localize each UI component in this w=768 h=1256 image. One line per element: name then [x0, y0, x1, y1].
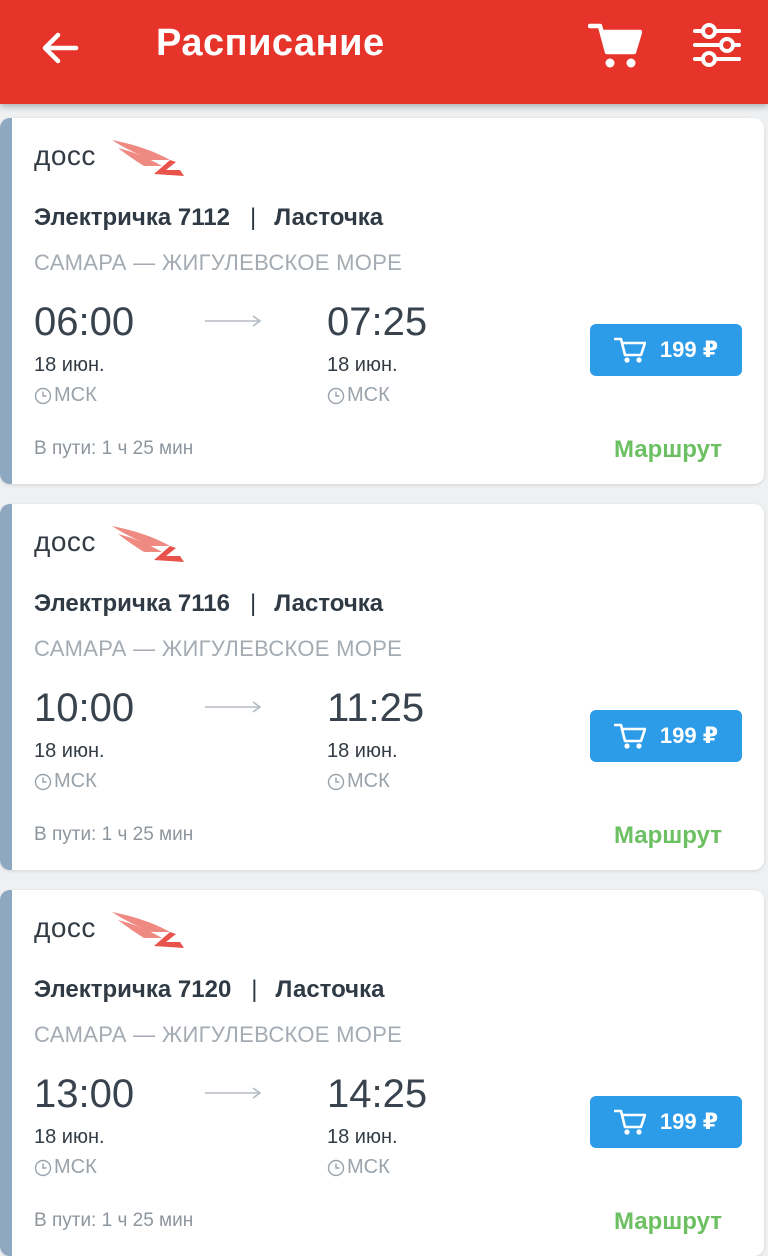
train-separator: |	[251, 976, 258, 1003]
departure-time: 13:00	[34, 1072, 135, 1116]
departure-time: 06:00	[34, 300, 135, 344]
train-separator: |	[249, 590, 257, 617]
arrival-timezone: МСК	[327, 770, 390, 793]
price-label: 199 ₽	[659, 337, 719, 362]
cart-icon[interactable]	[588, 20, 642, 70]
train-type: Ласточка	[274, 204, 384, 231]
train-name: Электричка 7112	[34, 204, 230, 231]
arrival-timezone: МСК	[327, 1156, 390, 1179]
timezone-label: МСК	[54, 384, 97, 406]
route-stations: САМАРА — ЖИГУЛЕВСКОЕ МОРЕ	[34, 636, 403, 661]
clock-icon	[327, 387, 345, 404]
clock-icon	[34, 387, 52, 404]
cart-icon	[613, 1109, 646, 1135]
buy-ticket-button[interactable]: 199 ₽	[590, 1096, 742, 1148]
cart-icon	[613, 337, 646, 363]
train-type: Ласточка	[275, 976, 385, 1003]
train-name: Электричка 7116	[34, 590, 230, 617]
departure-timezone: МСК	[34, 770, 97, 793]
carrier-logo-icon	[112, 526, 184, 562]
travel-duration: В пути: 1 ч 25 мин	[34, 438, 194, 459]
route-link[interactable]: Маршрут	[614, 1208, 722, 1236]
sliders-icon[interactable]	[692, 22, 742, 68]
card-accent	[0, 504, 12, 870]
timezone-label: МСК	[54, 770, 97, 792]
carrier-name: досс	[34, 912, 96, 943]
app-header: Расписание	[0, 0, 768, 104]
price-label: 199 ₽	[659, 1109, 719, 1134]
arrival-time: 11:25	[327, 686, 425, 730]
card-accent	[0, 118, 12, 484]
departure-date: 18 июн.	[34, 354, 105, 376]
train-card[interactable]: досс Электричка 7120 | Ласточка САМАРА — Ж…	[0, 890, 764, 1256]
carrier-name: досс	[34, 526, 96, 557]
arrow-right-icon	[205, 315, 262, 327]
departure-date: 18 июн.	[34, 740, 105, 762]
departure-timezone: МСК	[34, 1156, 97, 1179]
timezone-label: МСК	[54, 1156, 97, 1178]
carrier-logo-icon	[112, 140, 184, 176]
timezone-label: МСК	[347, 770, 390, 792]
price-label: 199 ₽	[659, 723, 719, 748]
arrival-date: 18 июн.	[327, 740, 398, 762]
clock-icon	[34, 1159, 52, 1176]
route-stations: САМАРА — ЖИГУЛЕВСКОЕ МОРЕ	[34, 250, 403, 275]
carrier-logo-icon	[112, 912, 184, 948]
arrow-right-icon	[205, 1087, 262, 1099]
card-accent	[0, 890, 12, 1256]
departure-timezone: МСК	[34, 384, 97, 407]
train-title: Электричка 7112 | Ласточка	[34, 204, 383, 232]
timezone-label: МСК	[347, 1156, 390, 1178]
cart-icon	[613, 723, 646, 749]
departure-date: 18 июн.	[34, 1126, 105, 1148]
departure-time: 10:00	[34, 686, 135, 730]
train-card[interactable]: досс Электричка 7112 | Ласточка САМАРА — Ж…	[0, 118, 764, 484]
route-stations: САМАРА — ЖИГУЛЕВСКОЕ МОРЕ	[34, 1022, 403, 1047]
page-title: Расписание	[156, 22, 385, 64]
clock-icon	[327, 1159, 345, 1176]
train-card[interactable]: досс Электричка 7116 | Ласточка САМАРА — Ж…	[0, 504, 764, 870]
train-type: Ласточка	[274, 590, 384, 617]
clock-icon	[327, 773, 345, 790]
route-link[interactable]: Маршрут	[614, 822, 722, 850]
travel-duration: В пути: 1 ч 25 мин	[34, 824, 194, 845]
train-name: Электричка 7120	[34, 976, 232, 1003]
travel-duration: В пути: 1 ч 25 мин	[34, 1210, 194, 1231]
timezone-label: МСК	[347, 384, 390, 406]
clock-icon	[34, 773, 52, 790]
train-separator: |	[249, 204, 257, 231]
carrier-name: досс	[34, 140, 96, 171]
buy-ticket-button[interactable]: 199 ₽	[590, 710, 742, 762]
arrival-time: 14:25	[327, 1072, 428, 1116]
buy-ticket-button[interactable]: 199 ₽	[590, 324, 742, 376]
train-title: Электричка 7116 | Ласточка	[34, 590, 383, 618]
arrival-date: 18 июн.	[327, 1126, 398, 1148]
train-title: Электричка 7120 | Ласточка	[34, 976, 384, 1004]
arrow-left-icon[interactable]	[38, 26, 82, 70]
arrival-timezone: МСК	[327, 384, 390, 407]
arrival-date: 18 июн.	[327, 354, 398, 376]
route-link[interactable]: Маршрут	[614, 436, 722, 464]
arrow-right-icon	[205, 701, 262, 713]
arrival-time: 07:25	[327, 300, 428, 344]
